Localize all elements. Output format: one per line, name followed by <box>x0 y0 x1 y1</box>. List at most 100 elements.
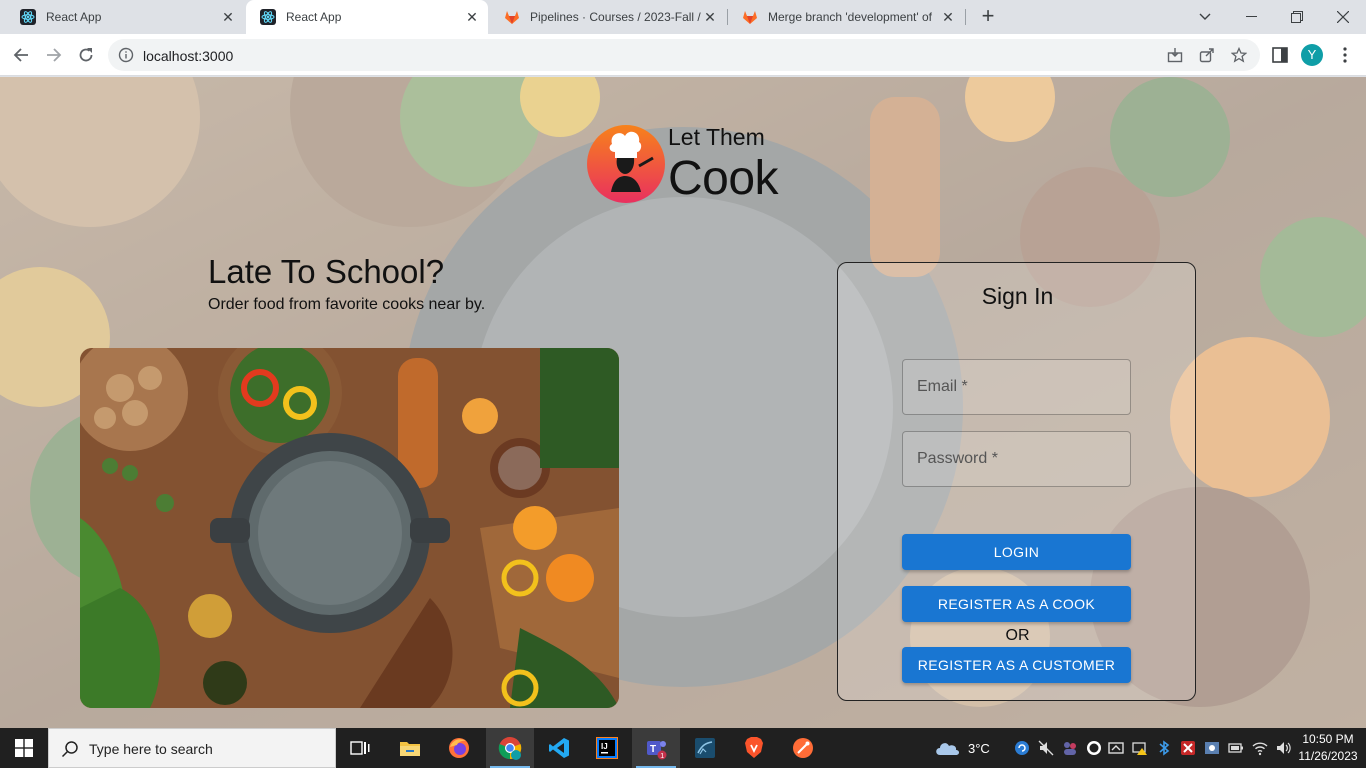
chrome-icon <box>498 737 522 760</box>
react-icon <box>20 9 36 25</box>
svg-text:IJ: IJ <box>601 742 608 751</box>
back-button[interactable] <box>8 42 34 68</box>
windows-logo-icon <box>15 739 33 757</box>
page-viewport: Let Them Cook Late To School? Order food… <box>0 77 1366 728</box>
wifi-icon[interactable] <box>1252 740 1268 756</box>
postman-button[interactable] <box>779 728 827 768</box>
brand-name: Cook <box>668 152 779 205</box>
address-bar[interactable]: localhost:3000 <box>108 39 1260 71</box>
chrome-button[interactable] <box>486 728 534 768</box>
svg-text:1: 1 <box>660 753 664 760</box>
edge-sync-icon[interactable] <box>1014 740 1030 756</box>
people-icon[interactable] <box>1062 740 1078 756</box>
password-input[interactable] <box>903 432 1130 486</box>
cloud-icon <box>936 743 959 755</box>
screen-capture-icon[interactable] <box>1108 740 1124 756</box>
browser-tab-strip: React App ✕ React App ✕ Pipelines · Cour… <box>0 0 1366 34</box>
firefox-icon <box>449 738 469 758</box>
tab-title: Pipelines · Courses / 2023-Fall / ( <box>530 10 702 24</box>
close-tab-icon[interactable]: ✕ <box>702 9 718 26</box>
file-explorer-button[interactable] <box>386 728 434 768</box>
new-tab-button[interactable]: + <box>976 5 1000 29</box>
close-tab-icon[interactable]: ✕ <box>464 9 480 26</box>
gitlab-icon <box>743 11 757 24</box>
profile-avatar[interactable]: Y <box>1301 44 1323 66</box>
teams-icon: T1 <box>647 741 667 760</box>
register-customer-button[interactable]: REGISTER AS A CUSTOMER <box>902 647 1131 683</box>
password-field[interactable] <box>902 431 1131 487</box>
bluetooth-icon[interactable] <box>1156 740 1172 756</box>
volume-icon[interactable] <box>1276 740 1292 756</box>
postman-icon <box>793 738 813 758</box>
gitlab-icon <box>505 11 519 24</box>
browser-toolbar: localhost:3000 Y <box>0 34 1366 76</box>
back-arrow-icon <box>13 48 28 62</box>
site-info-icon[interactable] <box>118 47 134 63</box>
url-text: localhost:3000 <box>143 48 234 64</box>
mysql-workbench-button[interactable] <box>681 728 729 768</box>
more-menu-icon[interactable] <box>1335 45 1355 65</box>
taskbar-clock[interactable]: 10:50 PM 11/26/2023 <box>1296 731 1360 765</box>
login-button[interactable]: LOGIN <box>902 534 1131 570</box>
battery-icon[interactable] <box>1228 740 1244 756</box>
task-view-icon <box>350 741 370 755</box>
hero-food-image <box>80 348 619 708</box>
firefox-button[interactable] <box>435 728 483 768</box>
mute-icon[interactable] <box>1038 740 1054 756</box>
hero-title: Late To School? <box>208 253 445 290</box>
reload-button[interactable] <box>73 42 99 68</box>
intellij-button[interactable]: IJ <box>583 728 631 768</box>
close-tab-icon[interactable]: ✕ <box>940 9 956 26</box>
tab-react-app-2[interactable]: React App ✕ <box>246 0 488 34</box>
bookmark-star-icon[interactable] <box>1231 47 1247 63</box>
signin-title: Sign In <box>981 283 1054 309</box>
forward-arrow-icon <box>47 48 62 62</box>
email-input[interactable] <box>903 360 1130 414</box>
tab-separator <box>965 9 966 25</box>
warning-icon[interactable] <box>1132 740 1148 756</box>
weather-temperature: 3°C <box>968 740 990 756</box>
taskbar-search-box[interactable]: Type here to search <box>48 728 336 768</box>
tab-search-chevron-icon[interactable] <box>1182 0 1228 34</box>
task-view-button[interactable] <box>336 728 384 768</box>
tab-title: Merge branch 'development' of <box>768 10 933 24</box>
folder-icon <box>400 742 420 756</box>
vscode-button[interactable] <box>535 728 583 768</box>
restore-button[interactable] <box>1274 0 1320 34</box>
share-icon[interactable] <box>1199 47 1215 63</box>
svg-text:T: T <box>650 744 656 755</box>
vscode-icon <box>549 738 569 758</box>
antivirus-icon[interactable] <box>1180 740 1196 756</box>
tab-merge-branch[interactable]: Merge branch 'development' of ✕ <box>728 0 964 34</box>
or-divider-label: OR <box>1005 627 1030 644</box>
intellij-icon: IJ <box>596 737 618 759</box>
clock-time: 10:50 PM <box>1302 732 1354 746</box>
brand-tagline: Let Them <box>668 124 765 150</box>
tab-react-app-1[interactable]: React App ✕ <box>6 0 244 34</box>
register-cook-button[interactable]: REGISTER AS A COOK <box>902 586 1131 622</box>
github-icon[interactable] <box>1086 740 1102 756</box>
mysql-workbench-icon <box>695 738 715 758</box>
start-button[interactable] <box>0 728 48 768</box>
tab-pipelines[interactable]: Pipelines · Courses / 2023-Fall / ( ✕ <box>490 0 726 34</box>
react-icon <box>260 9 276 25</box>
clock-date: 11/26/2023 <box>1298 749 1358 763</box>
network-monitor-icon[interactable] <box>1204 740 1220 756</box>
brave-button[interactable] <box>730 728 778 768</box>
email-field[interactable] <box>902 359 1131 415</box>
forward-button[interactable] <box>41 42 67 68</box>
install-app-icon[interactable] <box>1167 47 1183 63</box>
teams-button[interactable]: T1 <box>632 728 680 768</box>
close-tab-icon[interactable]: ✕ <box>220 9 236 26</box>
tab-title: React App <box>46 10 102 24</box>
weather-widget[interactable]: 3°C <box>934 728 990 768</box>
close-window-button[interactable] <box>1320 0 1366 34</box>
tab-title: React App <box>286 10 342 24</box>
reload-icon <box>79 48 93 62</box>
search-icon <box>61 741 78 758</box>
chef-logo-icon <box>587 125 665 203</box>
brave-icon <box>745 737 763 758</box>
minimize-button[interactable] <box>1228 0 1274 34</box>
signin-card: Sign In LOGIN REGISTER AS A COOK OR REGI… <box>837 262 1196 701</box>
side-panel-icon[interactable] <box>1270 45 1290 65</box>
